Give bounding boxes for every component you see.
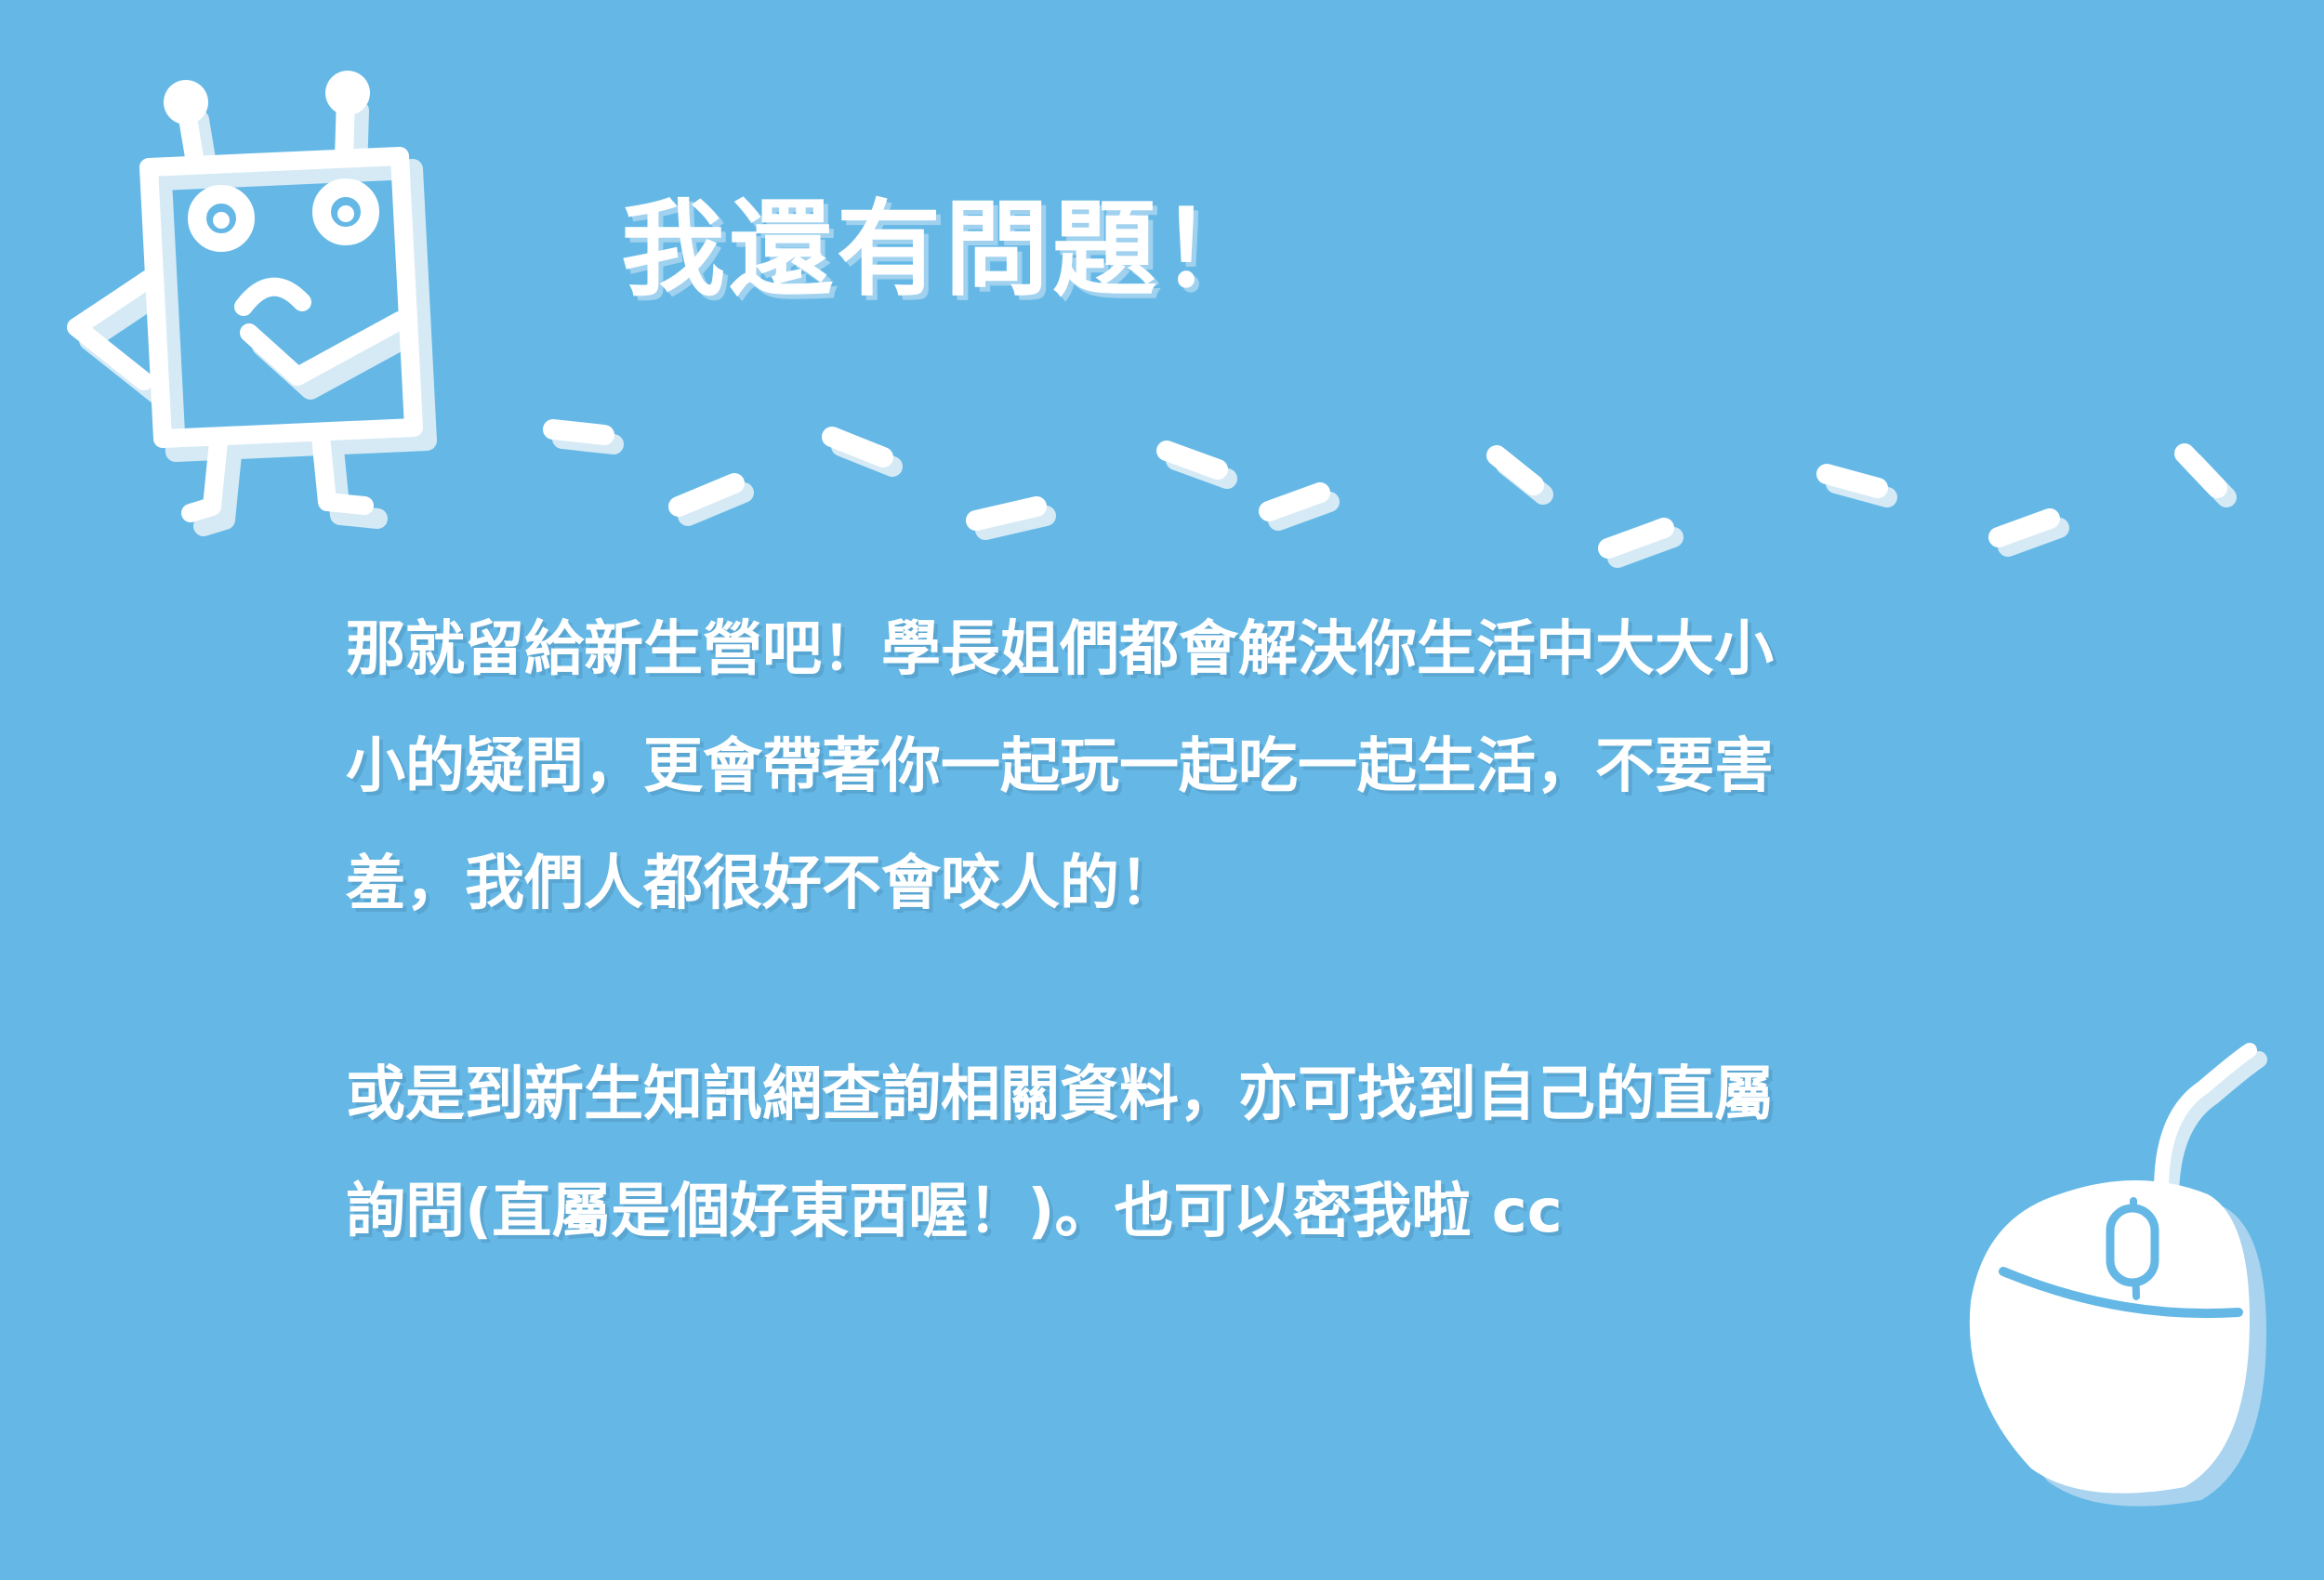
computer-mouse-icon: [1969, 1043, 2267, 1507]
paragraph-line: 或是到新生知訊網查詢相關資料，亦可找到自己的直屬: [346, 1060, 1774, 1129]
intro-paragraph: 那就留給新生營吧！學長姐們都會解決你生活中大大小 小的疑問，更會帶著你一起玩一起…: [346, 591, 1982, 942]
paragraph-line: 小的疑問，更會帶著你一起玩一起吃一起生活，不要害: [346, 732, 1774, 801]
page-title: 我還有問題！: [621, 190, 1268, 310]
paragraph-line: 那就留給新生營吧！學長姐們都會解決你生活中大大小: [346, 615, 1774, 684]
thinking-robot-icon: [67, 71, 437, 536]
paragraph-line: 羞，我們人都很好不會咬人的！: [346, 849, 1179, 918]
info-paragraph: 或是到新生知訊網查詢相關資料，亦可找到自己的直屬 詢問(直屬是個好東西喔！)。也…: [346, 1036, 1982, 1271]
dashed-trail: [543, 419, 2237, 568]
paragraph-line: 詢問(直屬是個好東西喔！)。也可以密我啦 cc: [346, 1178, 1563, 1246]
